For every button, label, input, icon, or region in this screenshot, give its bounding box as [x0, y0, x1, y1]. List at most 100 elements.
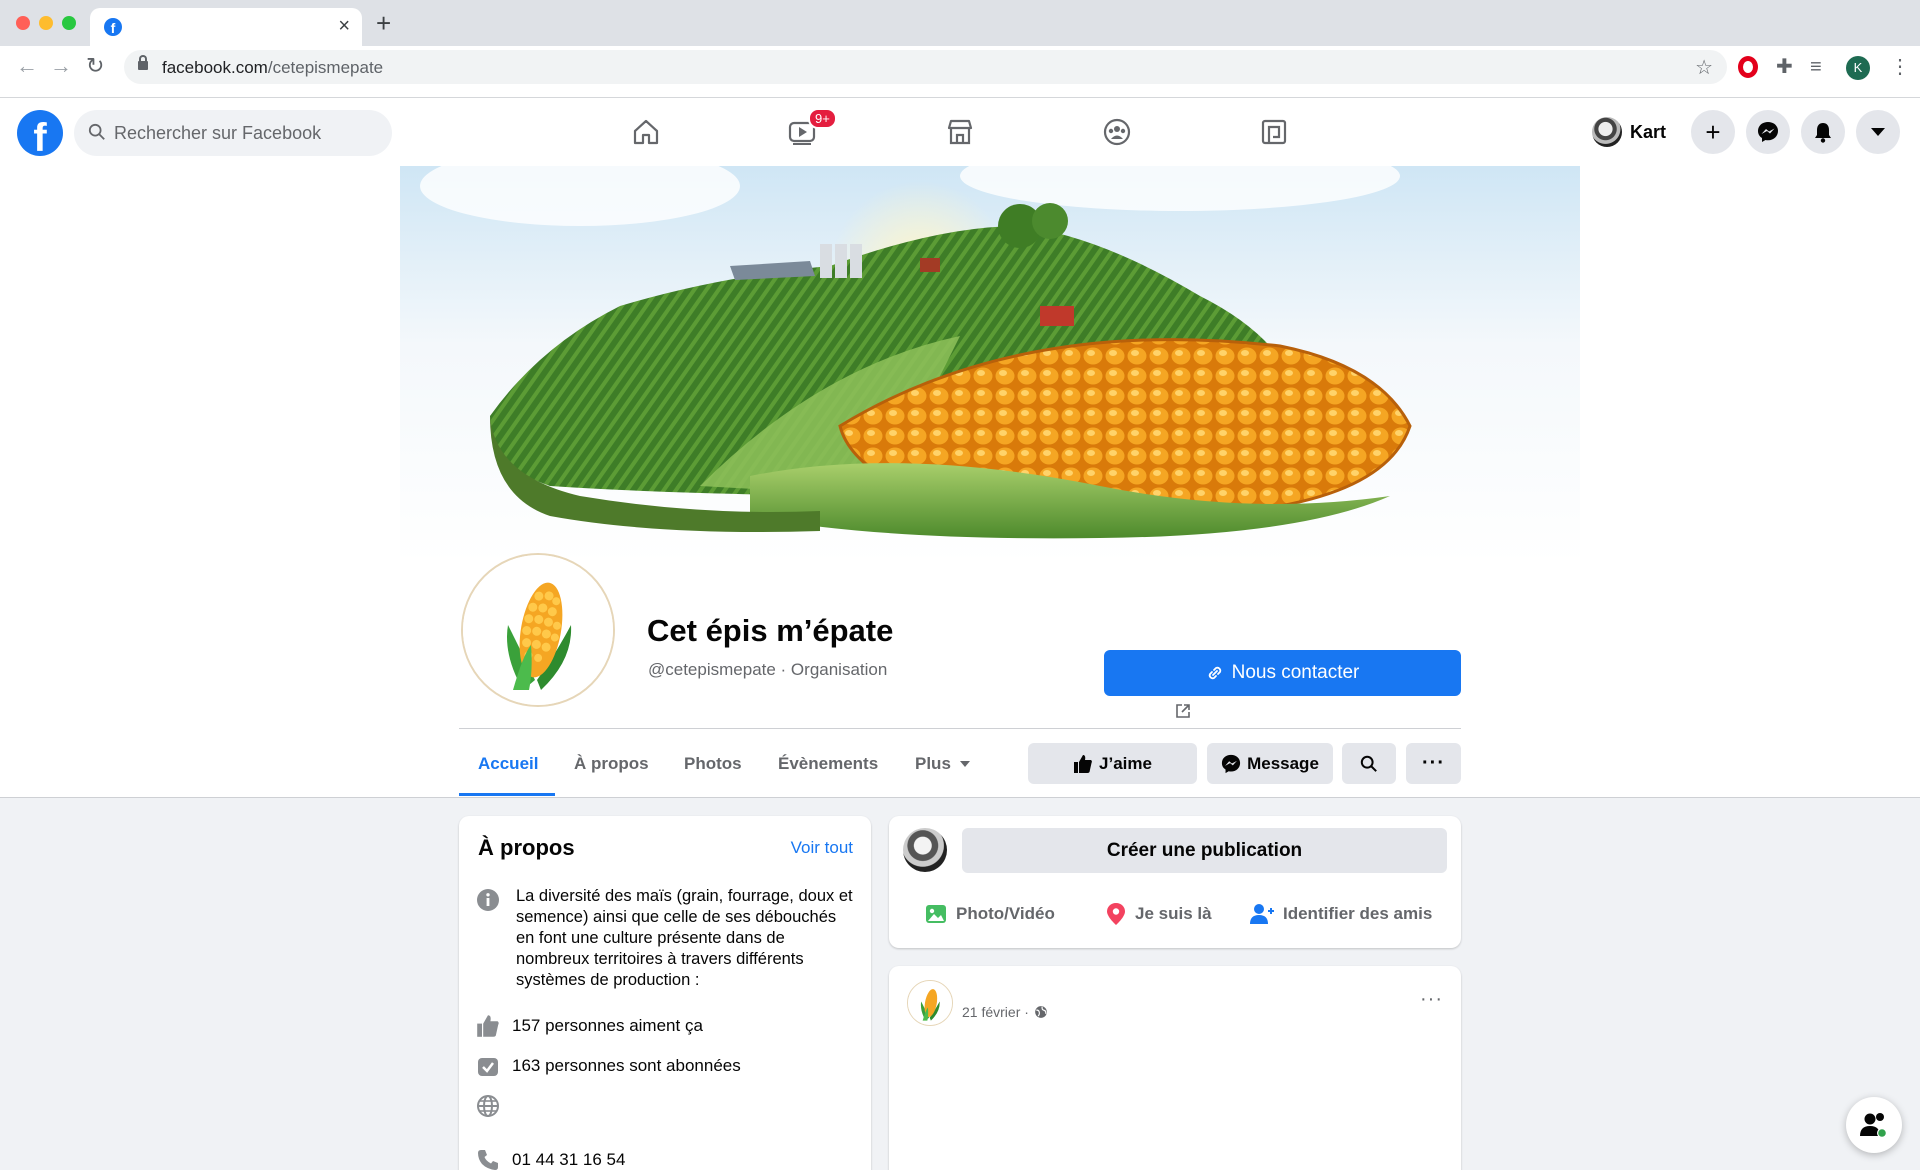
lock-icon [138, 55, 148, 70]
notifications-button[interactable] [1801, 110, 1845, 154]
browser-profile-avatar[interactable]: K [1846, 56, 1870, 80]
followers-check-icon [478, 1058, 498, 1076]
public-globe-icon [1035, 1006, 1047, 1018]
groups-icon [1103, 118, 1131, 146]
messenger-icon [1758, 122, 1778, 142]
tag-friends-button[interactable]: Identifier des amis [1249, 902, 1432, 926]
tab-accueil[interactable]: Accueil [478, 754, 538, 774]
watch-notification-badge: 9+ [808, 108, 837, 129]
account-menu-button[interactable] [1856, 110, 1900, 154]
about-title: À propos [478, 835, 575, 860]
post-date[interactable]: 21 février · [962, 1004, 1029, 1020]
home-icon [633, 119, 659, 145]
url-text: facebook.com/cetepismepate [162, 58, 384, 77]
create-post-card: Créer une publication Photo/Vidéo Je sui… [889, 816, 1461, 948]
nav-groups[interactable] [1087, 106, 1147, 158]
extensions-puzzle-icon[interactable]: ✚ [1776, 56, 1798, 78]
location-pin-icon [1107, 903, 1125, 925]
cover-photo[interactable] [400, 166, 1580, 564]
tab-photos[interactable]: Photos [684, 754, 742, 774]
corn-logo-icon [908, 981, 952, 1025]
tab-evenements[interactable]: Évènements [778, 754, 878, 774]
message-button[interactable]: Message [1207, 743, 1333, 784]
forward-button[interactable]: → [50, 55, 72, 77]
check-in-button[interactable]: Je suis là [1105, 902, 1212, 926]
browser-chrome: f × + ← → ↻ facebook.com/cetepismepate ☆… [0, 0, 1920, 98]
maximize-window-button[interactable] [62, 16, 76, 30]
post-meta: 21 février · [962, 1004, 1048, 1020]
photo-video-button[interactable]: Photo/Vidéo [924, 902, 1055, 926]
likes-count: 157 personnes aiment ça [512, 1016, 703, 1035]
check-in-label: Je suis là [1135, 904, 1212, 923]
nav-watch[interactable]: 9+ [772, 106, 837, 158]
post-author-avatar[interactable] [907, 980, 953, 1026]
phone-icon [478, 1150, 498, 1170]
like-page-button[interactable]: J’aime [1028, 743, 1197, 784]
user-avatar [1592, 117, 1622, 147]
minimize-window-button[interactable] [39, 16, 53, 30]
browser-tab[interactable]: f × [90, 8, 362, 46]
new-tab-button[interactable]: + [376, 10, 391, 36]
user-profile-chip[interactable]: Kart [1592, 112, 1666, 152]
phone-number[interactable]: 01 44 31 16 54 [512, 1150, 625, 1170]
nav-marketplace[interactable] [930, 106, 990, 158]
more-options-button[interactable]: ··· [1406, 743, 1461, 784]
photo-video-label: Photo/Vidéo [956, 904, 1055, 923]
post-options-icon[interactable]: ··· [1420, 988, 1443, 1011]
thumbs-up-icon [1074, 754, 1092, 773]
facebook-logo-icon[interactable]: f [17, 110, 63, 156]
more-dots-icon: ··· [1422, 752, 1445, 774]
messenger-icon [1221, 754, 1241, 773]
tab-plus[interactable]: Plus [915, 754, 971, 774]
nav-home[interactable] [616, 106, 676, 158]
new-message-button[interactable] [1846, 1097, 1902, 1153]
bell-icon [1815, 123, 1831, 143]
close-window-button[interactable] [16, 16, 30, 30]
contact-us-button[interactable]: Nous contacter [1104, 650, 1461, 696]
user-name: Kart [1630, 121, 1667, 142]
tab-strip: f × + [0, 0, 1920, 46]
info-icon [477, 889, 499, 911]
see-all-link[interactable]: Voir tout [791, 838, 853, 858]
likes-row: 157 personnes aiment ça [476, 1013, 703, 1039]
search-box[interactable] [74, 110, 392, 156]
search-icon [88, 123, 105, 140]
address-bar[interactable]: facebook.com/cetepismepate ☆ [124, 50, 1727, 84]
about-description: La diversité des maïs (grain, fourrage, … [516, 887, 853, 989]
link-icon [1208, 666, 1221, 680]
tag-friends-label: Identifier des amis [1283, 904, 1433, 923]
search-input[interactable] [114, 120, 374, 146]
create-menu-button[interactable]: + [1691, 110, 1735, 154]
corn-field-cover-image [400, 166, 1580, 564]
bookmark-star-icon[interactable]: ☆ [1695, 55, 1713, 80]
facebook-favicon-icon: f [104, 18, 122, 36]
close-tab-icon[interactable]: × [338, 15, 350, 37]
contact-us-label: Nous contacter [1231, 662, 1360, 683]
search-icon [1360, 755, 1377, 772]
reload-button[interactable]: ↻ [86, 55, 104, 77]
caret-down-icon [959, 761, 970, 767]
opera-extension-icon[interactable] [1738, 56, 1758, 78]
header-divider [459, 728, 1461, 729]
composer-user-avatar [903, 828, 947, 872]
plus-icon: + [1705, 116, 1721, 147]
nav-gaming[interactable] [1244, 106, 1304, 158]
media-queue-icon[interactable]: ≡ [1810, 56, 1832, 78]
thumbs-up-icon [477, 1015, 499, 1037]
followers-row: 163 personnes sont abonnées [476, 1053, 741, 1079]
tag-friends-icon [1250, 904, 1274, 924]
photo-icon [926, 905, 946, 923]
page-search-button[interactable] [1342, 743, 1396, 784]
external-link-icon[interactable] [1174, 702, 1192, 720]
page-avatar[interactable] [461, 553, 615, 707]
page-handle: @cetepismepate · Organisation [648, 660, 888, 679]
message-label: Message [1247, 753, 1319, 773]
messenger-button[interactable] [1746, 110, 1790, 154]
browser-menu-icon[interactable]: ⋮ [1890, 56, 1912, 78]
back-button[interactable]: ← [16, 55, 38, 77]
tab-a-propos[interactable]: À propos [574, 754, 649, 774]
create-post-button[interactable]: Créer une publication [962, 828, 1447, 873]
gaming-icon [1261, 119, 1287, 145]
like-label: J’aime [1099, 753, 1152, 773]
page-header: Cet épis m’épate @cetepismepate · Organi… [0, 166, 1920, 798]
